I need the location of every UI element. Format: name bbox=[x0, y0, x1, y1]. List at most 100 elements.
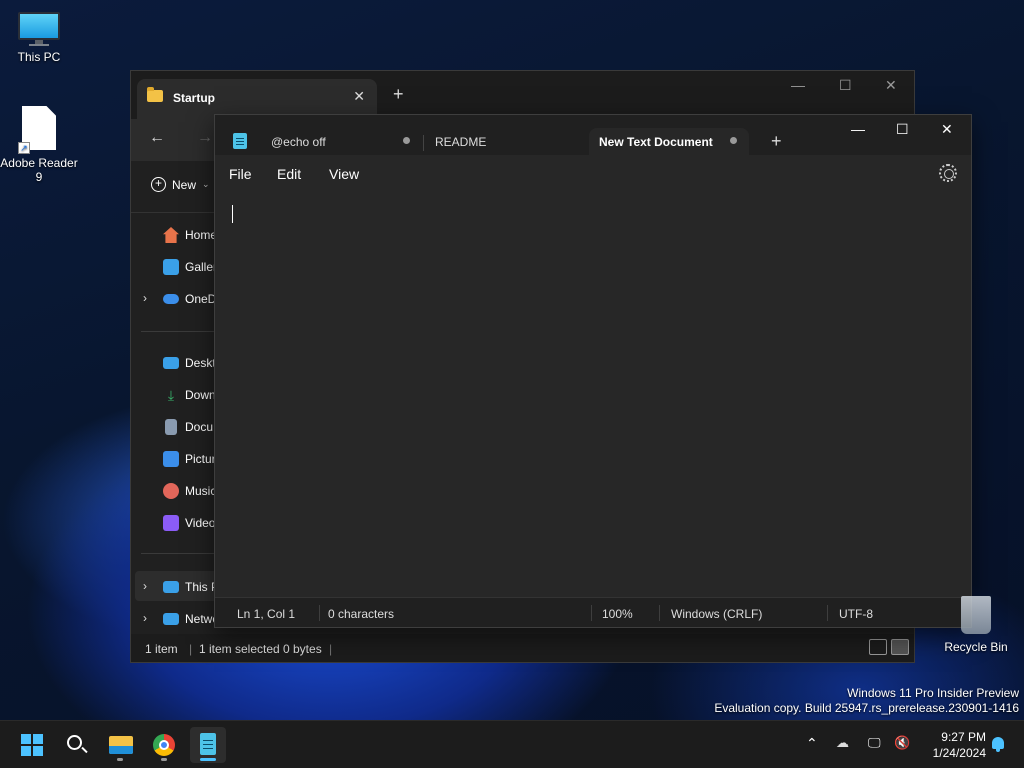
selected-size: 0 bytes bbox=[283, 642, 322, 656]
menu-file[interactable]: File bbox=[229, 166, 252, 182]
sidebar-item-onedrive[interactable]: OneD bbox=[163, 288, 216, 310]
explorer-tab-startup[interactable]: Startup ✕ bbox=[137, 79, 377, 119]
status-separator: | bbox=[189, 642, 193, 656]
sidebar-item-label: OneD bbox=[185, 292, 217, 306]
sidebar-item-documents[interactable]: Docu bbox=[163, 416, 213, 438]
sidebar-item-label: Galler bbox=[185, 260, 218, 274]
chevron-right-icon[interactable]: › bbox=[143, 579, 147, 593]
running-indicator bbox=[117, 758, 123, 761]
status-divider bbox=[319, 605, 320, 621]
new-button-label: New bbox=[172, 177, 197, 192]
plus-circle-icon: + bbox=[151, 177, 166, 192]
new-button[interactable]: + New ⌄ bbox=[151, 177, 210, 192]
sidebar-item-downloads[interactable]: ⤓ Down bbox=[163, 384, 216, 406]
onedrive-offline-icon[interactable]: ☁ bbox=[836, 735, 849, 751]
desktop-icon-this-pc[interactable]: This PC bbox=[0, 12, 78, 64]
sidebar-item-this-pc[interactable]: This P bbox=[163, 576, 219, 598]
unsaved-dot-icon bbox=[403, 137, 410, 144]
tab-echo-off[interactable]: @echo off bbox=[261, 128, 421, 156]
sidebar-item-label: Music bbox=[185, 484, 217, 498]
network-icon bbox=[163, 613, 179, 625]
home-icon bbox=[163, 227, 179, 243]
chevron-up-icon[interactable]: ⌃ bbox=[806, 735, 818, 752]
watermark-line: Evaluation copy. Build 25947.rs_prerelea… bbox=[714, 701, 1019, 715]
notepad-icon bbox=[200, 733, 216, 755]
status-divider bbox=[659, 605, 660, 621]
status-divider bbox=[827, 605, 828, 621]
new-tab-button[interactable]: + bbox=[393, 84, 404, 105]
maximize-button[interactable]: ☐ bbox=[896, 121, 909, 138]
tab-readme[interactable]: README bbox=[425, 128, 585, 156]
explorer-tab-title: Startup bbox=[173, 91, 215, 105]
tiles-view-icon[interactable] bbox=[891, 639, 909, 655]
item-count: 1 item bbox=[145, 642, 178, 656]
sidebar-item-label: Video bbox=[185, 516, 216, 530]
tab-label: New Text Document bbox=[599, 135, 713, 149]
desktop-icon-label: Recycle Bin bbox=[944, 640, 1008, 654]
download-icon: ⤓ bbox=[167, 386, 175, 403]
network-icon[interactable]: 🖵 bbox=[868, 735, 881, 751]
sidebar-item-videos[interactable]: Video bbox=[163, 512, 215, 534]
sidebar-item-label: Docu bbox=[185, 420, 214, 434]
chrome-icon bbox=[153, 734, 175, 756]
sidebar-item-home[interactable]: Home bbox=[163, 224, 217, 246]
chevron-right-icon[interactable]: › bbox=[143, 291, 147, 305]
tab-separator bbox=[423, 135, 424, 151]
minimize-button[interactable]: — bbox=[851, 121, 865, 137]
close-window-button[interactable]: ✕ bbox=[885, 77, 897, 94]
sidebar-item-desktop[interactable]: Deskt bbox=[163, 352, 216, 374]
clock[interactable]: 9:27 PM 1/24/2024 bbox=[933, 729, 986, 761]
file-explorer-icon bbox=[109, 736, 133, 754]
notepad-menu-bar: File Edit View bbox=[215, 155, 971, 193]
desktop-icon-adobe-reader[interactable]: ↗ Adobe Reader 9 bbox=[0, 106, 78, 184]
taskbar: ⌃ ☁ 🖵 🔇 9:27 PM 1/24/2024 bbox=[0, 720, 1024, 768]
desktop-icon-recycle-bin[interactable]: Recycle Bin bbox=[940, 596, 1012, 654]
forward-arrow-icon[interactable]: → bbox=[197, 129, 213, 147]
line-ending[interactable]: Windows (CRLF) bbox=[671, 607, 762, 621]
encoding[interactable]: UTF-8 bbox=[839, 607, 873, 621]
clock-date: 1/24/2024 bbox=[932, 746, 986, 760]
sidebar-item-pictures[interactable]: Pictur bbox=[163, 448, 216, 470]
music-icon bbox=[163, 483, 179, 499]
character-count: 0 characters bbox=[328, 607, 395, 621]
onedrive-icon bbox=[163, 294, 179, 304]
notepad-window[interactable]: @echo off README New Text Document + — ☐… bbox=[214, 114, 972, 628]
document-icon bbox=[165, 419, 177, 435]
taskbar-notepad[interactable] bbox=[190, 727, 226, 763]
search-icon bbox=[67, 735, 82, 750]
taskbar-chrome[interactable] bbox=[146, 727, 182, 763]
tab-label: @echo off bbox=[271, 135, 326, 149]
document-shortcut-icon: ↗ bbox=[18, 106, 56, 154]
clock-time: 9:27 PM bbox=[941, 730, 986, 744]
active-indicator bbox=[200, 758, 216, 761]
details-view-icon[interactable] bbox=[869, 639, 887, 655]
back-arrow-icon[interactable]: ← bbox=[149, 129, 165, 147]
pictures-icon bbox=[163, 451, 179, 467]
menu-edit[interactable]: Edit bbox=[277, 166, 301, 182]
sidebar-item-network[interactable]: Netwo bbox=[163, 608, 219, 630]
cursor-position: Ln 1, Col 1 bbox=[237, 607, 296, 621]
maximize-button[interactable]: ☐ bbox=[839, 77, 852, 94]
text-editor-area[interactable] bbox=[215, 193, 971, 595]
notification-bell-icon[interactable] bbox=[992, 737, 1004, 752]
zoom-level[interactable]: 100% bbox=[602, 607, 633, 621]
desktop-icon bbox=[163, 357, 179, 369]
menu-view[interactable]: View bbox=[329, 166, 359, 182]
minimize-button[interactable]: — bbox=[791, 77, 805, 93]
new-tab-button[interactable]: + bbox=[771, 131, 782, 152]
folder-icon bbox=[147, 87, 163, 102]
settings-gear-icon[interactable] bbox=[939, 164, 957, 182]
sidebar-item-label: Down bbox=[185, 388, 216, 402]
watermark-line: Windows 11 Pro Insider Preview bbox=[847, 686, 1019, 700]
sidebar-item-music[interactable]: Music bbox=[163, 480, 216, 502]
volume-muted-icon[interactable]: 🔇 bbox=[894, 735, 910, 751]
close-tab-icon[interactable]: ✕ bbox=[353, 88, 365, 105]
taskbar-file-explorer[interactable] bbox=[102, 727, 138, 763]
close-window-button[interactable]: ✕ bbox=[941, 121, 953, 138]
tab-new-text-document[interactable]: New Text Document bbox=[589, 128, 749, 156]
search-button[interactable] bbox=[58, 727, 94, 763]
sidebar-item-gallery[interactable]: Galler bbox=[163, 256, 217, 278]
start-button[interactable] bbox=[14, 727, 50, 763]
recycle-bin-icon bbox=[961, 596, 991, 634]
chevron-right-icon[interactable]: › bbox=[143, 611, 147, 625]
